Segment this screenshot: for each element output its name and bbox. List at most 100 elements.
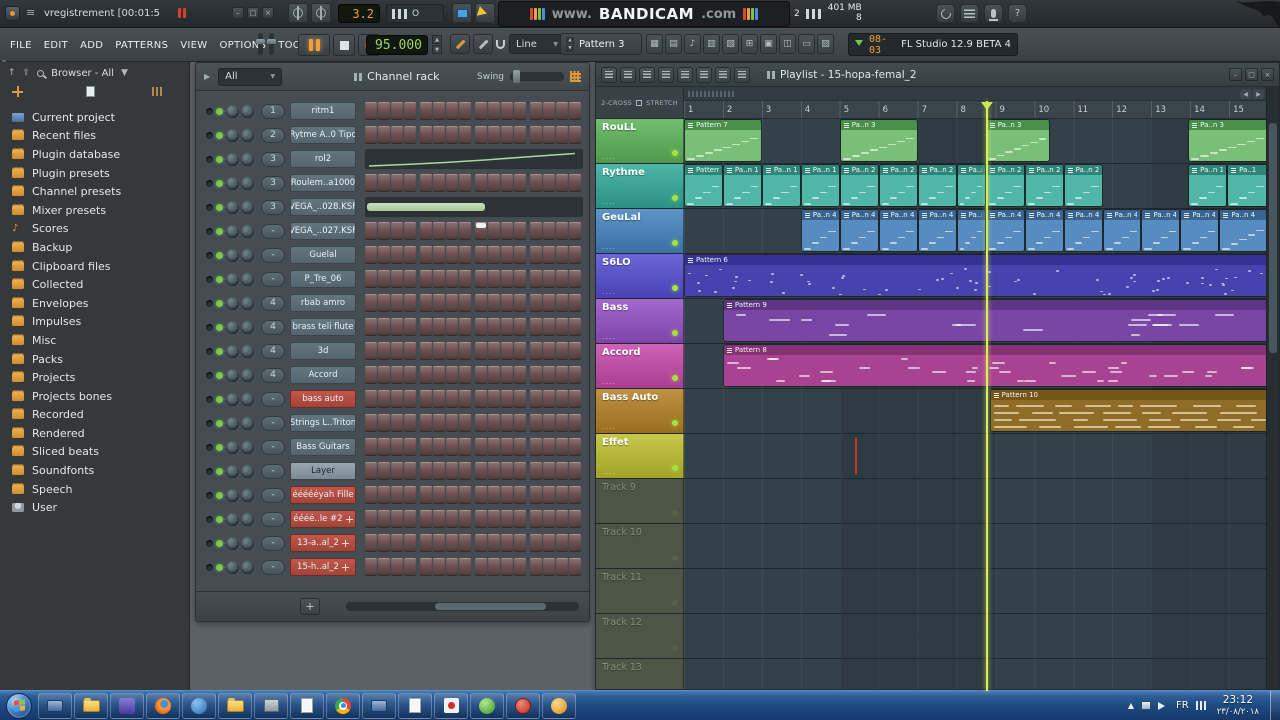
step-cell[interactable] [433,318,445,336]
project-info-button[interactable]: ▣ [760,34,777,54]
slice-tool-button[interactable] [696,67,712,83]
channel-volume-knob[interactable] [241,369,254,382]
step-cell[interactable] [378,462,390,480]
track-name-cell[interactable]: Track 12 [596,614,684,658]
step-cell[interactable] [365,462,377,480]
step-cell[interactable] [433,486,445,504]
step-cell[interactable] [404,342,416,360]
playlist-vertical-scrollbar[interactable] [1266,87,1279,689]
channel-pan-knob[interactable] [226,465,239,478]
step-cell[interactable] [488,486,500,504]
search-icon[interactable] [37,70,44,77]
step-cell[interactable] [514,222,526,240]
step-cell[interactable] [433,174,445,192]
step-cell[interactable] [404,366,416,384]
step-cell[interactable] [556,534,568,552]
channel-mute-led[interactable] [206,276,213,283]
playlist-view-button[interactable]: ▤ [665,34,682,54]
channel-volume-knob[interactable] [241,201,254,214]
step-cell[interactable] [420,342,432,360]
step-cell[interactable] [378,342,390,360]
browser-item-channel-presets[interactable]: Channel presets [0,182,190,201]
language-indicator[interactable]: FR [1176,700,1189,711]
channel-activity-led[interactable] [216,348,223,355]
track-lane[interactable]: Pa..n 4Pa..n 4Pa..n 4Pa..n 4Pa..n 4Pa..n… [684,209,1266,253]
step-cell[interactable] [378,486,390,504]
step-cell[interactable] [365,414,377,432]
plugin-picker-button[interactable]: ⊞ [741,34,758,54]
pattern-clip[interactable]: Pa..n 4 [840,209,879,252]
channel-pan-knob[interactable] [226,321,239,334]
channel-mute-led[interactable] [206,252,213,259]
step-cell[interactable] [365,366,377,384]
scroll-handle[interactable] [688,91,734,97]
step-cell[interactable] [569,510,581,528]
step-cell[interactable] [543,462,555,480]
channel-volume-knob[interactable] [241,465,254,478]
step-cell[interactable] [365,270,377,288]
step-cell[interactable] [404,438,416,456]
step-cell[interactable] [501,246,513,264]
track-led[interactable] [672,150,678,156]
paint-tool-button[interactable] [620,67,636,83]
step-cell[interactable] [475,102,487,120]
channel-target-button[interactable]: 4 [261,368,285,383]
step-cell[interactable] [391,174,403,192]
step-cell[interactable] [475,294,487,312]
step-cell[interactable] [459,102,471,120]
step-cell[interactable] [378,174,390,192]
track-led[interactable] [672,195,678,201]
window-button-2[interactable]: × [262,7,274,19]
pattern-clip[interactable]: Pa..n 4 [986,209,1025,252]
channel-button[interactable]: VEGA_..028.KSF [290,198,356,216]
rack-horizontal-scrollbar[interactable] [346,602,579,611]
track-led[interactable] [672,465,678,471]
step-cell[interactable] [488,318,500,336]
up-arrow-icon[interactable]: ↑ [8,68,16,78]
step-cell[interactable] [501,366,513,384]
scroll-thumb[interactable] [1269,123,1277,353]
step-cell[interactable] [530,438,542,456]
select-tool-button[interactable] [715,67,731,83]
channel-activity-led[interactable] [216,204,223,211]
channel-volume-knob[interactable] [241,561,254,574]
pattern-selector[interactable]: ▲ ▼ Pattern 3 [560,33,642,55]
channel-target-button[interactable]: - [261,440,285,455]
step-cell[interactable] [556,102,568,120]
pencil-tool-button[interactable] [450,34,470,54]
step-cell[interactable] [446,486,458,504]
step-cell[interactable] [433,126,445,144]
step-cell[interactable] [530,174,542,192]
taskbar-icon-notepad-document[interactable] [398,693,432,719]
channel-volume-knob[interactable] [241,417,254,430]
channel-activity-led[interactable] [216,420,223,427]
channel-mute-led[interactable] [206,492,213,499]
step-cell[interactable] [501,126,513,144]
pattern-clip[interactable]: Pattern 8 [723,344,1266,387]
step-cell[interactable] [530,366,542,384]
pattern-clip[interactable]: Pa..n 1 [1188,164,1227,207]
channel-pan-knob[interactable] [226,153,239,166]
step-cell[interactable] [556,174,568,192]
taskbar-icon-media-app[interactable] [110,693,144,719]
step-cell[interactable] [365,222,377,240]
step-cell[interactable] [378,222,390,240]
track-led[interactable] [672,510,678,516]
step-cell[interactable] [501,294,513,312]
browser-item-mixer-presets[interactable]: Mixer presets [0,201,190,220]
add-icon[interactable] [12,86,23,97]
channel-pan-knob[interactable] [226,105,239,118]
step-cell[interactable] [420,246,432,264]
step-cell[interactable] [543,246,555,264]
step-cell[interactable] [459,438,471,456]
step-cell[interactable] [404,486,416,504]
track-led[interactable] [672,240,678,246]
step-cell[interactable] [365,558,377,576]
step-cell[interactable] [530,486,542,504]
step-cell[interactable] [365,126,377,144]
step-cell[interactable] [420,390,432,408]
step-cell[interactable] [543,390,555,408]
step-cell[interactable] [446,438,458,456]
track-name-cell[interactable]: Effet.... [596,434,684,478]
step-cell[interactable] [556,270,568,288]
